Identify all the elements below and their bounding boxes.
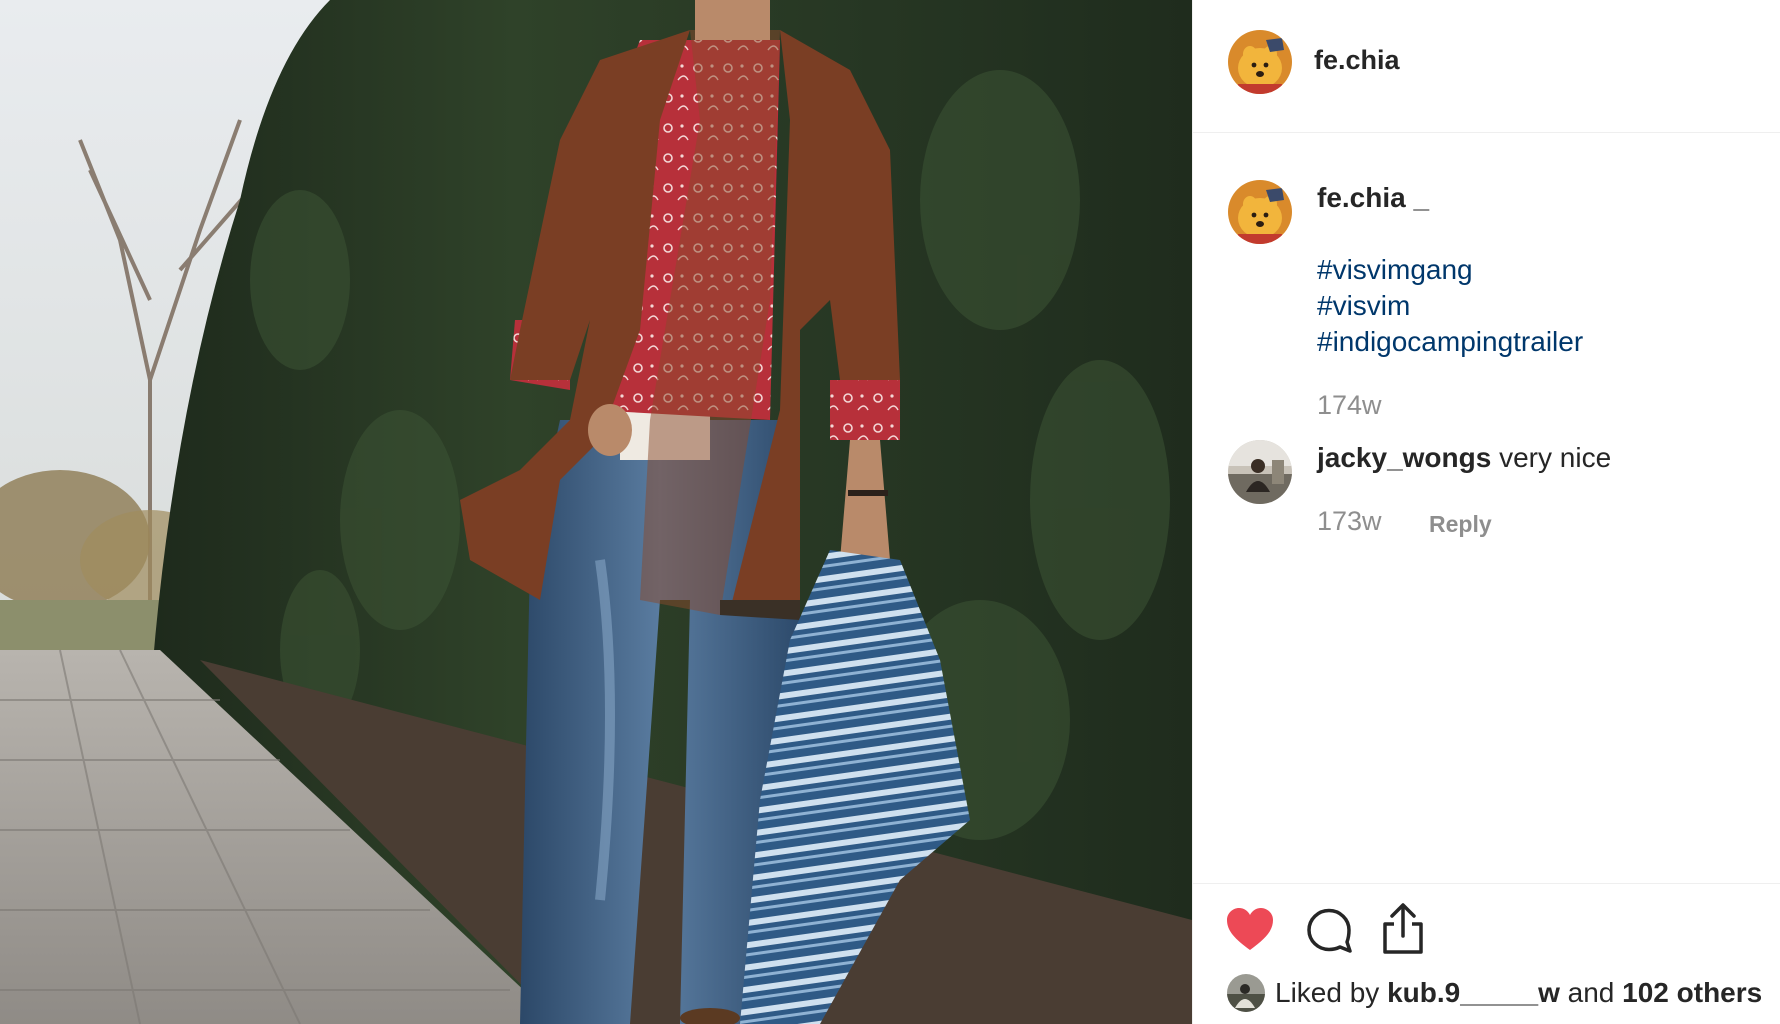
post-actions: Liked by kub.9_____w and 102 others [1193, 883, 1780, 1024]
share-button[interactable] [1380, 902, 1426, 956]
post-photo[interactable] [0, 0, 1192, 1024]
likes-summary: Liked by kub.9_____w and 102 others [1227, 974, 1762, 1012]
hashtag-link[interactable]: #indigocampingtrailer [1317, 324, 1583, 360]
caption-avatar[interactable] [1228, 180, 1292, 244]
instagram-post: fe.chia fe.chia _ #visvimgang #visvim #i… [0, 0, 1780, 1024]
heart-filled-icon [1227, 908, 1273, 950]
likes-connector: and [1567, 977, 1615, 1008]
commenter-username[interactable]: jacky_wongs [1317, 442, 1491, 473]
likes-others-link[interactable]: 102 others [1622, 977, 1762, 1008]
share-upload-icon [1383, 903, 1423, 954]
likes-prefix: Liked by [1275, 977, 1380, 1008]
comment-button[interactable] [1305, 906, 1353, 954]
hashtag-link[interactable]: #visvimgang [1317, 252, 1583, 288]
post-side-panel: fe.chia fe.chia _ #visvimgang #visvim #i… [1192, 0, 1780, 1024]
like-button[interactable] [1225, 906, 1275, 952]
author-avatar[interactable] [1228, 30, 1292, 94]
liker-username[interactable]: kub.9_____w [1387, 977, 1560, 1008]
commenter-avatar[interactable] [1228, 440, 1292, 504]
caption-hashtags: #visvimgang #visvim #indigocampingtraile… [1317, 252, 1583, 360]
reply-button[interactable]: Reply [1429, 511, 1492, 538]
caption-author[interactable]: fe.chia _ [1317, 182, 1429, 214]
author-username[interactable]: fe.chia [1314, 45, 1400, 76]
likes-text: Liked by kub.9_____w and 102 others [1275, 977, 1762, 1009]
comment-timestamp[interactable]: 173w [1317, 506, 1382, 537]
comment-text: jacky_wongs very nice [1317, 442, 1611, 474]
speech-bubble-icon [1307, 908, 1352, 953]
hashtag-link[interactable]: #visvim [1317, 288, 1583, 324]
comment-body: very nice [1499, 442, 1612, 473]
caption-timestamp[interactable]: 174w [1317, 390, 1382, 421]
liker-avatar[interactable] [1227, 974, 1265, 1012]
post-header: fe.chia [1193, 0, 1780, 133]
